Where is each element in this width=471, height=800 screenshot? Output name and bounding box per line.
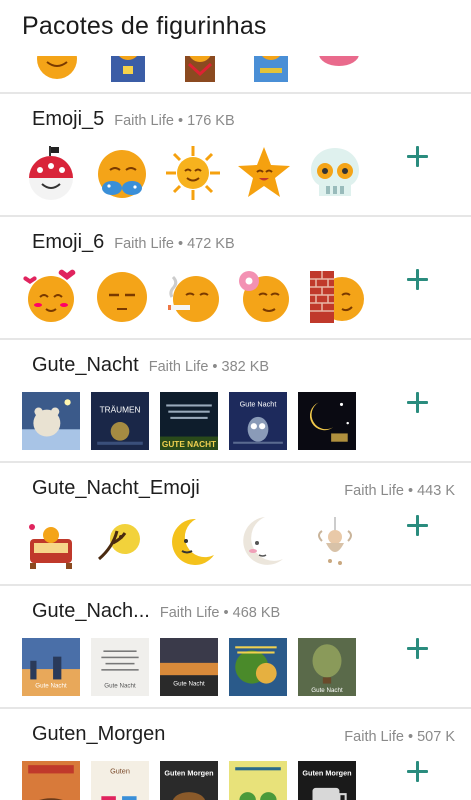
pack-title-row: Gute_Nacht Faith Life • 382 KB xyxy=(32,354,455,382)
tree-night-image xyxy=(229,638,287,696)
sunset-night-image: Gute Nacht xyxy=(160,638,218,696)
pack-name: Emoji_5 xyxy=(32,108,105,130)
helmet-emoji-icon xyxy=(22,144,80,202)
moon-night-image xyxy=(298,392,356,450)
sticker-pack-row[interactable]: Gute_Nacht Faith Life • 382 KB TRÄUMEN G… xyxy=(0,340,471,461)
pack-meta: Faith Life • 176 KB xyxy=(114,113,235,129)
cups-morning-image: Guten xyxy=(91,761,149,800)
sticker-pack-row[interactable]: Guten_Morgen Faith Life • 507 K Guten Gu… xyxy=(0,709,471,800)
pack-author: Faith Life xyxy=(114,236,174,252)
svg-text:Gute Nacht: Gute Nacht xyxy=(311,687,343,694)
sticker-pack-row[interactable]: Emoji_5 Faith Life • 176 KB xyxy=(0,94,471,215)
city-night-image: Gute Nacht xyxy=(22,638,80,696)
pack-title-row: Emoji_5 Faith Life • 176 KB xyxy=(32,108,455,136)
pack-name: Gute_Nacht xyxy=(32,354,139,376)
pack-name: Guten_Morgen xyxy=(32,723,166,745)
partial-emoji-icon xyxy=(37,56,77,79)
coffee-morning-image xyxy=(22,761,80,800)
add-pack-button[interactable] xyxy=(403,511,433,541)
pack-author: Faith Life xyxy=(159,605,220,621)
pack-name: Gute_Nach... xyxy=(32,600,150,622)
sticker-preview-list: Guten Guten Morgen Guten Morgen xyxy=(22,759,356,800)
svg-text:Guten Morgen: Guten Morgen xyxy=(302,769,351,778)
add-pack-button[interactable] xyxy=(403,142,433,172)
svg-text:Gute Nacht: Gute Nacht xyxy=(240,400,277,409)
sticker-pack-row[interactable]: Gute_Nach... Faith Life • 468 KB Gute Na… xyxy=(0,586,471,707)
pack-size: 468 KB xyxy=(232,605,281,621)
pack-meta: Faith Life • 382 KB xyxy=(148,359,270,375)
sticker-pack-row[interactable]: Gute_Nacht_Emoji Faith Life • 443 K xyxy=(0,463,471,584)
svg-text:GUTE NACHT: GUTE NACHT xyxy=(162,440,216,449)
quote-card-image: Gute Nacht xyxy=(91,638,149,696)
svg-text:Gute Nacht: Gute Nacht xyxy=(104,683,136,690)
fairy-sticker-icon xyxy=(306,513,364,571)
pack-name: Gute_Nacht_Emoji xyxy=(32,477,200,499)
teddy-night-image xyxy=(22,392,80,450)
bikini-emoji-icon xyxy=(93,144,151,202)
add-pack-button[interactable] xyxy=(403,634,433,664)
cigar-emoji-icon xyxy=(164,267,222,325)
pack-title-row: Emoji_6 Faith Life • 472 KB xyxy=(32,231,455,259)
pack-meta: Faith Life • 468 KB xyxy=(159,605,281,621)
pack-size: 443 K xyxy=(417,483,455,499)
svg-text:Gute Nacht: Gute Nacht xyxy=(173,681,205,688)
sleepy-emoji-icon xyxy=(93,267,151,325)
pack-meta: Faith Life • 472 KB xyxy=(114,236,235,252)
pack-author: Faith Life xyxy=(344,729,404,745)
sticker-preview-list xyxy=(22,144,364,206)
love-emoji-icon xyxy=(22,267,80,325)
sticker-preview-list xyxy=(22,513,364,575)
pack-size: 507 K xyxy=(417,729,455,745)
donut-emoji-icon xyxy=(235,267,293,325)
sticker-preview-list: TRÄUMEN GUTE NACHT Gute Nacht xyxy=(22,390,356,452)
page-title: Pacotes de figurinhas xyxy=(22,12,267,40)
sticker-pack-row[interactable]: Emoji_6 Faith Life • 472 KB xyxy=(0,217,471,338)
mug-morning-image: Guten Morgen xyxy=(298,761,356,800)
previous-pack-stickers-partial xyxy=(0,56,471,92)
guten-morgen-image: Guten Morgen xyxy=(160,761,218,800)
balloon-night-image: Gute Nacht xyxy=(298,638,356,696)
add-pack-button[interactable] xyxy=(403,265,433,295)
add-pack-button[interactable] xyxy=(403,757,433,787)
sticker-preview-list: Gute Nacht Gute Nacht Gute Nacht Gute Na… xyxy=(22,636,356,698)
sticker-preview-list xyxy=(22,267,364,329)
pack-meta: Faith Life • 507 K xyxy=(344,729,455,745)
pack-size: 382 KB xyxy=(221,359,270,375)
partial-pink-emoji-icon xyxy=(319,56,359,66)
svg-text:Guten: Guten xyxy=(110,766,130,775)
pack-author: Faith Life xyxy=(344,483,404,499)
moon-face-icon xyxy=(235,513,293,571)
owl-night-image: Gute Nacht xyxy=(229,392,287,450)
svg-text:Guten Morgen: Guten Morgen xyxy=(164,769,213,778)
pack-size: 176 KB xyxy=(187,113,235,129)
pack-size: 472 KB xyxy=(187,236,235,252)
add-pack-button[interactable] xyxy=(403,388,433,418)
crescent-moon-icon xyxy=(164,513,222,571)
star-emoji-icon xyxy=(235,144,293,202)
flowers-morning-image xyxy=(229,761,287,800)
partial-police-icon xyxy=(111,56,145,82)
skull-emoji-icon xyxy=(306,144,364,202)
partial-cowboy-icon xyxy=(185,56,215,82)
pack-author: Faith Life xyxy=(114,113,174,129)
pack-name: Emoji_6 xyxy=(32,231,105,253)
app-header: Pacotes de figurinhas xyxy=(0,0,471,56)
cradle-sticker-icon xyxy=(22,513,80,571)
svg-text:TRÄUMEN: TRÄUMEN xyxy=(100,405,141,415)
gute-nacht-text-image: GUTE NACHT xyxy=(160,392,218,450)
svg-text:Gute Nacht: Gute Nacht xyxy=(35,683,67,690)
pack-meta: Faith Life • 443 K xyxy=(344,483,455,499)
traeumen-night-image: TRÄUMEN xyxy=(91,392,149,450)
partial-farmer-icon xyxy=(254,56,288,82)
moon-tree-sticker-icon xyxy=(93,513,151,571)
sun-emoji-icon xyxy=(164,144,222,202)
pack-title-row: Gute_Nach... Faith Life • 468 KB xyxy=(32,600,455,628)
pack-author: Faith Life xyxy=(148,359,209,375)
brick-wall-emoji-icon xyxy=(306,267,364,325)
